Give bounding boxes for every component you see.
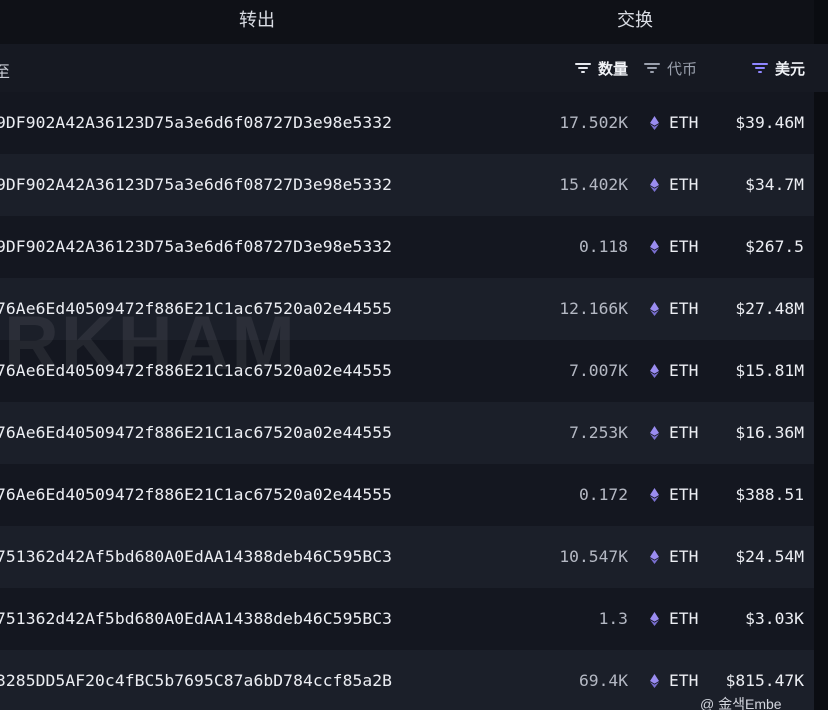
token-cell: ETH [669, 113, 699, 132]
eth-icon [650, 426, 659, 440]
quantity-cell: 0.172 [578, 485, 628, 504]
to-address[interactable]: 76Ae6Ed40509472f886E21C1ac67520a02e44555 [0, 340, 392, 402]
usd-cell: $39.46M [735, 113, 804, 132]
to-address[interactable]: 9DF902A42A36123D75a3e6d6f08727D3e98e5332 [0, 216, 392, 278]
eth-icon [650, 178, 659, 192]
token-cell: ETH [669, 609, 699, 628]
to-address[interactable]: 76Ae6Ed40509472f886E21C1ac67520a02e44555 [0, 464, 392, 526]
column-header-to[interactable]: 至 [0, 58, 10, 82]
token-cell: ETH [669, 237, 699, 256]
window-edge [814, 92, 828, 710]
table-header: 至 数量 代币 美元 [0, 44, 828, 92]
table-row[interactable]: 751362d42Af5bd680A0EdAA14388deb46C595BC3… [0, 588, 814, 650]
token-cell: ETH [669, 547, 699, 566]
usd-cell: $3.03K [745, 609, 804, 628]
source-credit: @ 金색Embe [700, 696, 782, 710]
usd-cell: $16.36M [735, 423, 804, 442]
eth-icon [650, 302, 659, 316]
transaction-table: 9DF902A42A36123D75a3e6d6f08727D3e98e5332… [0, 92, 828, 710]
usd-cell: $24.54M [735, 547, 804, 566]
quantity-cell: 17.502K [559, 113, 628, 132]
eth-icon [650, 240, 659, 254]
table-row[interactable]: 9DF902A42A36123D75a3e6d6f08727D3e98e5332… [0, 216, 814, 278]
to-address[interactable]: 3285DD5AF20c4fBC5b7695C87a6bD784ccf85a2B [0, 650, 392, 710]
eth-icon [650, 364, 659, 378]
table-row[interactable]: 751362d42Af5bd680A0EdAA14388deb46C595BC3… [0, 526, 814, 588]
to-address[interactable]: 9DF902A42A36123D75a3e6d6f08727D3e98e5332 [0, 92, 392, 154]
filter-icon[interactable] [575, 62, 591, 74]
tab-transfer[interactable]: 转出 [239, 0, 275, 44]
to-address[interactable]: 76Ae6Ed40509472f886E21C1ac67520a02e44555 [0, 402, 392, 464]
quantity-cell: 10.547K [559, 547, 628, 566]
eth-icon [650, 550, 659, 564]
usd-cell: $388.51 [735, 485, 804, 504]
usd-cell: $27.48M [735, 299, 804, 318]
quantity-cell: 1.3 [598, 609, 628, 628]
page: 转出 交换 至 数量 代币 美元 9DF902A42A36123D75a3e6d… [0, 0, 828, 710]
tab-bar: 转出 交换 [0, 0, 828, 44]
token-cell: ETH [669, 671, 699, 690]
token-cell: ETH [669, 299, 699, 318]
quantity-cell: 69.4K [578, 671, 628, 690]
eth-icon [650, 116, 659, 130]
window-edge [814, 0, 828, 44]
column-header-token-label: 代币 [667, 60, 698, 78]
column-header-quantity[interactable]: 数量 [575, 57, 628, 79]
column-header-quantity-label: 数量 [598, 60, 629, 78]
token-cell: ETH [669, 175, 699, 194]
filter-icon[interactable] [752, 62, 768, 74]
eth-icon [650, 674, 659, 688]
table-row[interactable]: 76Ae6Ed40509472f886E21C1ac67520a02e44555… [0, 278, 814, 340]
eth-icon [650, 612, 659, 626]
quantity-cell: 12.166K [559, 299, 628, 318]
usd-cell: $267.5 [745, 237, 804, 256]
table-row[interactable]: 3285DD5AF20c4fBC5b7695C87a6bD784ccf85a2B… [0, 650, 814, 710]
to-address[interactable]: 76Ae6Ed40509472f886E21C1ac67520a02e44555 [0, 278, 392, 340]
table-row[interactable]: 76Ae6Ed40509472f886E21C1ac67520a02e44555… [0, 340, 814, 402]
filter-icon[interactable] [644, 62, 660, 74]
quantity-cell: 7.007K [569, 361, 628, 380]
token-cell: ETH [669, 485, 699, 504]
column-header-token[interactable]: 代币 [644, 57, 697, 79]
to-address[interactable]: 9DF902A42A36123D75a3e6d6f08727D3e98e5332 [0, 154, 392, 216]
token-cell: ETH [669, 423, 699, 442]
usd-cell: $15.81M [735, 361, 804, 380]
to-address[interactable]: 751362d42Af5bd680A0EdAA14388deb46C595BC3 [0, 526, 392, 588]
column-header-usd-label: 美元 [775, 60, 806, 78]
tab-exchange[interactable]: 交换 [617, 0, 653, 44]
column-header-usd[interactable]: 美元 [752, 57, 805, 79]
quantity-cell: 7.253K [569, 423, 628, 442]
quantity-cell: 0.118 [578, 237, 628, 256]
table-row[interactable]: 9DF902A42A36123D75a3e6d6f08727D3e98e5332… [0, 92, 814, 154]
eth-icon [650, 488, 659, 502]
quantity-cell: 15.402K [559, 175, 628, 194]
token-cell: ETH [669, 361, 699, 380]
table-row[interactable]: 9DF902A42A36123D75a3e6d6f08727D3e98e5332… [0, 154, 814, 216]
to-address[interactable]: 751362d42Af5bd680A0EdAA14388deb46C595BC3 [0, 588, 392, 650]
usd-cell: $34.7M [745, 175, 804, 194]
table-row[interactable]: 76Ae6Ed40509472f886E21C1ac67520a02e44555… [0, 464, 814, 526]
table-row[interactable]: 76Ae6Ed40509472f886E21C1ac67520a02e44555… [0, 402, 814, 464]
